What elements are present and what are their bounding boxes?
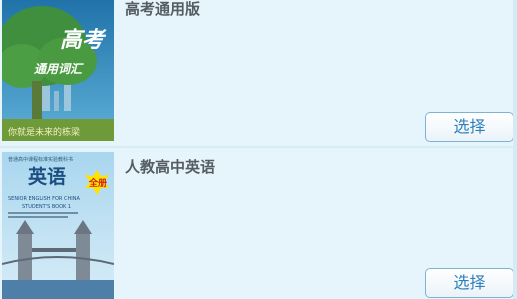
cover-sub-text: SENIOR ENGLISH FOR CHINA bbox=[8, 196, 80, 202]
cover-main-text: 英语 bbox=[28, 165, 66, 188]
cover-sub-text: 通用词汇 bbox=[34, 62, 84, 76]
cover-footer-text: 你就是未来的栋梁 bbox=[8, 126, 80, 138]
select-button[interactable]: 选择 bbox=[425, 268, 514, 298]
list-item[interactable]: 普通高中课程标准实验教科书 英语 全册 SENIOR ENGLISH FOR C… bbox=[0, 152, 517, 299]
cover-sub-text-2: STUDENT'S BOOK 1 bbox=[22, 204, 71, 210]
cover-series-text: 普通高中课程标准实验教科书 bbox=[8, 156, 73, 163]
scroll-edge bbox=[513, 0, 517, 299]
cover-badge-text: 全册 bbox=[88, 177, 107, 189]
book-title: 人教高中英语 bbox=[125, 158, 216, 176]
book-list: 高考 通用词汇 你就是未来的栋梁 高考通用版 选择 普通高中课程标准实验教科书 … bbox=[0, 0, 517, 299]
select-button[interactable]: 选择 bbox=[425, 112, 514, 142]
list-divider bbox=[0, 146, 517, 148]
book-cover-image: 高考 通用词汇 你就是未来的栋梁 bbox=[2, 0, 114, 141]
list-item[interactable]: 高考 通用词汇 你就是未来的栋梁 高考通用版 选择 bbox=[0, 0, 517, 142]
book-title: 高考通用版 bbox=[125, 0, 201, 18]
book-cover-image: 普通高中课程标准实验教科书 英语 全册 SENIOR ENGLISH FOR C… bbox=[2, 152, 114, 299]
cover-main-text: 高考 bbox=[60, 27, 107, 53]
